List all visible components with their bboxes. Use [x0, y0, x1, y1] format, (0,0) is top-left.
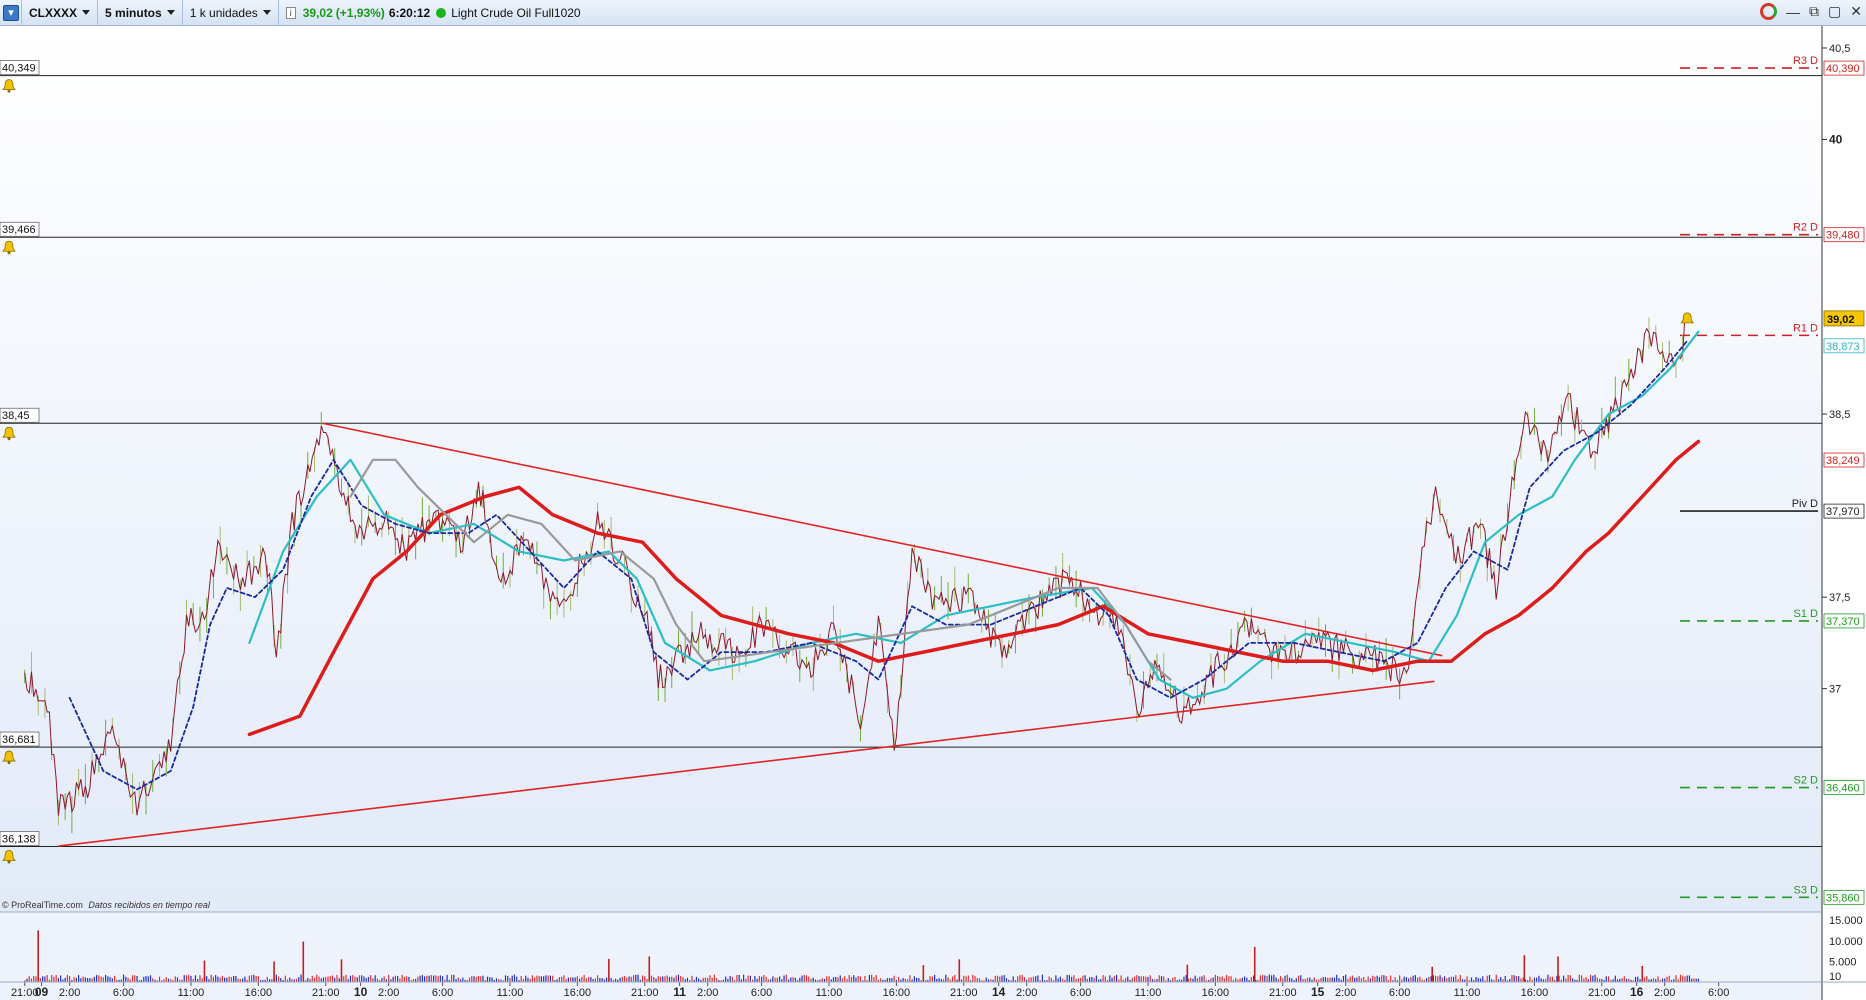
refresh-icon[interactable]: [1760, 3, 1778, 20]
bell-clapper: [7, 437, 11, 441]
y-tick-label: 40: [1829, 132, 1843, 146]
quote-time: 6:20:12: [388, 5, 431, 20]
y-tick-label: 37,5: [1829, 592, 1850, 604]
x-tick-label: 6:00: [1708, 987, 1729, 999]
level-label: 39,466: [2, 224, 36, 236]
attribution-text: © ProRealTime.com Datos recibidos en tie…: [2, 900, 211, 910]
app-menu-button[interactable]: ▾: [0, 0, 22, 26]
volume-panel-background: [0, 912, 1822, 1000]
chevron-down-icon: [262, 10, 271, 15]
x-tick-label: 2:00: [59, 987, 80, 999]
last-price: 39,02: [302, 5, 333, 20]
units-selector[interactable]: 1 k unidades: [183, 0, 279, 26]
value-label: 36,460: [1826, 783, 1860, 795]
x-tick-label: 11:00: [816, 987, 843, 999]
x-tick-label: 6:00: [432, 987, 453, 999]
x-tick-label: 2:00: [378, 987, 399, 999]
timeframe-selector[interactable]: 5 minutos: [98, 0, 183, 26]
pivot-level-label: S2 D: [1794, 775, 1819, 787]
pivot-level-label: R1 D: [1793, 322, 1818, 334]
x-tick-label: 2:00: [697, 987, 718, 999]
value-label: 35,860: [1826, 892, 1860, 904]
pivot-level-label: R3 D: [1793, 55, 1818, 67]
value-label: 37,970: [1826, 506, 1860, 518]
units-label: 1 k unidades: [189, 5, 258, 20]
x-tick-label: 6:00: [1070, 987, 1091, 999]
value-label: 38,873: [1826, 341, 1860, 353]
value-label: 38,249: [1826, 455, 1860, 467]
x-tick-label: 6:00: [751, 987, 772, 999]
trading-chart-window: ▾ CLXXXX 5 minutos 1 k unidades i 39,02 …: [0, 0, 1866, 1000]
chart-toolbar: ▾ CLXXXX 5 minutos 1 k unidades i 39,02 …: [0, 0, 1866, 26]
bell-clapper: [7, 860, 11, 864]
x-tick-label: 2:00: [1654, 987, 1675, 999]
x-tick-label: 21:00: [1269, 987, 1297, 999]
x-tick-label: 2:00: [1335, 987, 1356, 999]
chevron-down-icon: [166, 10, 175, 15]
x-tick-label: 6:00: [113, 987, 134, 999]
close-icon[interactable]: ✕: [1850, 3, 1862, 20]
bell-clapper: [7, 89, 11, 93]
y-tick-label: 38,5: [1829, 409, 1850, 421]
x-tick-label: 16:00: [1202, 987, 1230, 999]
y-tick-label: 37: [1829, 684, 1841, 696]
bell-clapper: [7, 251, 11, 255]
maximize-icon[interactable]: ▢: [1828, 3, 1841, 20]
symbol-label: CLXXXX: [29, 5, 78, 20]
volume-tick-label: 10.000: [1829, 936, 1863, 948]
x-tick-label: 16: [1630, 985, 1644, 999]
x-tick-label: 09: [35, 985, 49, 999]
current-price-label: 39,02: [1827, 314, 1855, 326]
x-tick-label: 21:00: [1588, 987, 1616, 999]
x-tick-label: 6:00: [1389, 987, 1410, 999]
status-dot-icon: [436, 7, 447, 18]
x-tick-label: 11:00: [497, 987, 524, 999]
x-tick-label: 21:00: [631, 987, 659, 999]
value-label: 40,390: [1826, 63, 1860, 75]
x-tick-label: 16:00: [245, 987, 273, 999]
price-chart[interactable]: 40,349 39,466 38,45 36,681 36,138 R3 D R2 D R1 …: [0, 26, 1866, 1000]
restore-icon[interactable]: ⧉: [1809, 3, 1819, 20]
x-tick-label: 15: [1311, 985, 1325, 999]
level-label: 36,138: [2, 833, 36, 845]
y-tick-label: 40,5: [1829, 43, 1850, 55]
value-label: 37,370: [1826, 616, 1860, 628]
info-icon[interactable]: i: [285, 6, 296, 19]
level-label: 38,45: [2, 410, 30, 422]
timeframe-label: 5 minutos: [105, 5, 162, 20]
quote-info: i 39,02 (+1,93%) 6:20:12 Light Crude Oil…: [279, 0, 588, 26]
pivot-level-label: S3 D: [1794, 884, 1819, 896]
x-tick-label: 2:00: [1016, 987, 1037, 999]
x-tick-label: 16:00: [564, 987, 592, 999]
x-tick-label: 16:00: [883, 987, 911, 999]
volume-tick-label: 5.000: [1829, 956, 1857, 968]
level-label: 36,681: [2, 734, 36, 746]
pivot-level-label: R2 D: [1793, 222, 1818, 234]
x-tick-label: 21:00: [950, 987, 978, 999]
chevron-down-icon: [82, 10, 91, 15]
value-label: 39,480: [1826, 230, 1860, 242]
volume-tick-label: 10: [1829, 971, 1841, 983]
volume-tick-label: 15.000: [1829, 915, 1863, 927]
minimize-icon[interactable]: —: [1786, 4, 1800, 20]
pivot-level-label: Piv D: [1792, 498, 1818, 510]
x-tick-label: 11: [673, 985, 686, 999]
x-tick-label: 11:00: [178, 987, 205, 999]
x-tick-label: 14: [992, 985, 1006, 999]
window-controls: — ⧉ ▢ ✕: [1760, 3, 1862, 20]
x-tick-label: 10: [354, 985, 368, 999]
symbol-selector[interactable]: CLXXXX: [22, 0, 99, 26]
app-logo-icon: ▾: [3, 4, 19, 21]
pivot-level-label: S1 D: [1794, 608, 1819, 620]
bell-clapper: [7, 761, 11, 765]
instrument-name: Light Crude Oil Full1020: [451, 5, 581, 20]
price-change: (+1,93%): [335, 5, 385, 20]
x-tick-label: 21:00: [312, 987, 340, 999]
level-label: 40,349: [2, 63, 36, 75]
plot-background: [0, 26, 1822, 912]
x-tick-label: 11:00: [1454, 987, 1481, 999]
x-tick-label: 16:00: [1521, 987, 1549, 999]
x-tick-label: 11:00: [1135, 987, 1162, 999]
